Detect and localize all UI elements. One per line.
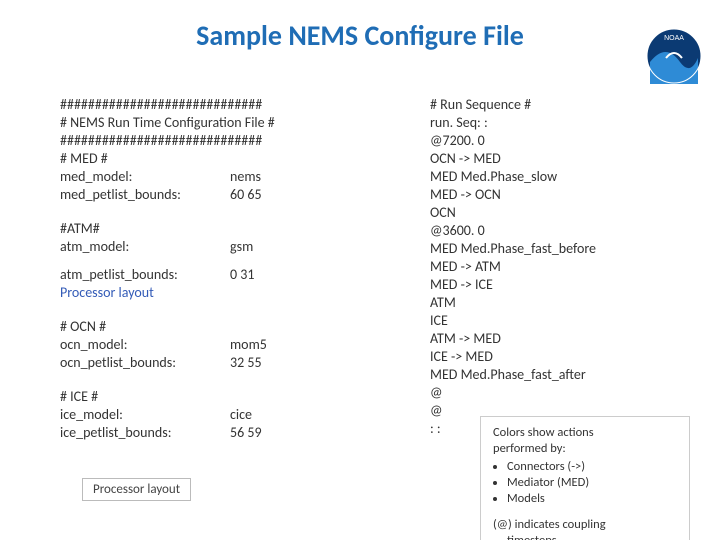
value: gsm [230, 238, 253, 256]
config-header: # NEMS Run Time Configuration File # [60, 114, 360, 132]
key: med_model: [60, 168, 230, 186]
legend-item: Connectors (->) [507, 459, 679, 475]
key: ice_model: [60, 406, 230, 424]
med-petlist-row: med_petlist_bounds: 60 65 [60, 186, 360, 204]
ocn-petlist-row: ocn_petlist_bounds: 32 55 [60, 354, 360, 372]
legend-box: Colors show actions performed by: Connec… [480, 416, 690, 540]
left-column: ############################# # NEMS Run… [60, 96, 360, 501]
page-title: Sample NEMS Configure File [0, 18, 720, 53]
value: mom5 [230, 336, 267, 354]
ocn-model-row: ocn_model: mom5 [60, 336, 360, 354]
noaa-logo: NOAA [646, 28, 702, 84]
right-column: # Run Sequence # run. Seq: : @7200. 0 OC… [430, 96, 700, 438]
legend-note: (@) indicates coupling [493, 517, 679, 533]
content-area: ############################# # NEMS Run… [60, 96, 690, 540]
seq-line: OCN [430, 204, 700, 222]
ice-petlist-row: ice_petlist_bounds: 56 59 [60, 424, 360, 442]
ocn-heading: # OCN # [60, 318, 360, 336]
seq-line: ICE -> MED [430, 348, 700, 366]
key: med_petlist_bounds: [60, 186, 230, 204]
seq-line: @3600. 0 [430, 222, 700, 240]
seq-line: ATM -> MED [430, 330, 700, 348]
atm-heading: #ATM# [60, 220, 360, 238]
svg-text:NOAA: NOAA [664, 35, 684, 42]
seq-line: MED -> OCN [430, 186, 700, 204]
ice-heading: # ICE # [60, 388, 360, 406]
key: atm_petlist_bounds: [60, 266, 230, 284]
legend-intro: Colors show actions [493, 425, 679, 441]
seq-line: @ [430, 384, 700, 402]
value: 0 31 [230, 266, 254, 284]
med-heading: # MED # [60, 150, 360, 168]
legend-item: Mediator (MED) [507, 475, 679, 491]
seq-line: ATM [430, 294, 700, 312]
hash-line: ############################# [60, 96, 360, 114]
seq-line: MED -> ATM [430, 258, 700, 276]
value: cice [230, 406, 252, 424]
value: 60 65 [230, 186, 262, 204]
seq-line: MED Med.Phase_fast_after [430, 366, 700, 384]
seq-line: run. Seq: : [430, 114, 700, 132]
ice-model-row: ice_model: cice [60, 406, 360, 424]
processor-layout-box: Processor layout [82, 478, 191, 501]
key: atm_model: [60, 238, 230, 256]
value: nems [230, 168, 261, 186]
seq-line: ICE [430, 312, 700, 330]
seq-line: MED Med.Phase_slow [430, 168, 700, 186]
seq-line: MED Med.Phase_fast_before [430, 240, 700, 258]
value: 56 59 [230, 424, 262, 442]
seq-line: MED -> ICE [430, 276, 700, 294]
legend-intro: performed by: [493, 441, 679, 457]
atm-petlist-row: atm_petlist_bounds: 0 31 [60, 266, 360, 284]
legend-note: timesteps [493, 533, 679, 540]
legend-list: Connectors (->) Mediator (MED) Models [507, 459, 679, 507]
seq-line: @7200. 0 [430, 132, 700, 150]
med-model-row: med_model: nems [60, 168, 360, 186]
seq-line: OCN -> MED [430, 150, 700, 168]
key: ocn_petlist_bounds: [60, 354, 230, 372]
key: ice_petlist_bounds: [60, 424, 230, 442]
value: 32 55 [230, 354, 262, 372]
atm-model-row: atm_model: gsm [60, 238, 360, 256]
hash-line: ############################# [60, 132, 360, 150]
legend-item: Models [507, 491, 679, 507]
processor-layout-label: Processor layout [60, 284, 360, 302]
key: ocn_model: [60, 336, 230, 354]
run-sequence-heading: # Run Sequence # [430, 96, 700, 114]
